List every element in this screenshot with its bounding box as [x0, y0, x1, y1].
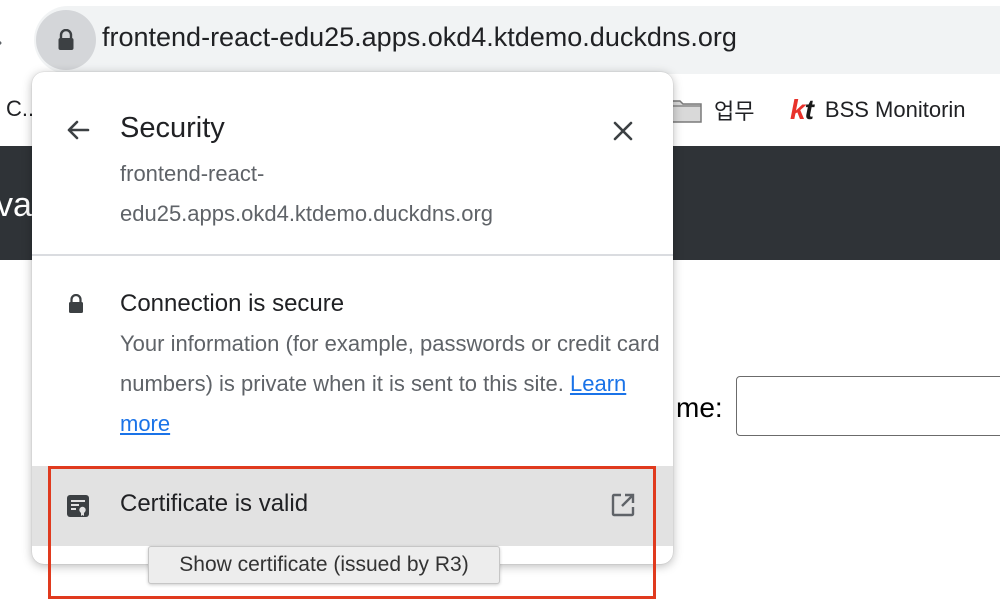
bookmark-item-c[interactable]: C.. — [6, 96, 34, 122]
close-icon[interactable] — [608, 116, 638, 146]
bookmark-folder-label: 업무 — [714, 99, 755, 124]
back-arrow-icon[interactable] — [62, 114, 94, 146]
certificate-row[interactable]: Certificate is valid — [32, 466, 673, 546]
name-input[interactable] — [736, 376, 1000, 436]
site-host-line1: frontend-react- — [120, 161, 265, 186]
security-popup: Security frontend-react- edu25.apps.okd4… — [32, 72, 673, 564]
screen: › frontend-react-edu25.apps.okd4.ktdemo.… — [0, 0, 1000, 614]
certificate-icon — [67, 495, 89, 517]
connection-status-title: Connection is secure — [120, 290, 345, 317]
lock-icon — [58, 29, 74, 50]
connection-description: Your information (for example, passwords… — [120, 324, 660, 444]
page-header-text: va — [0, 186, 32, 224]
site-info-button[interactable] — [36, 10, 96, 70]
popup-title: Security — [120, 112, 225, 144]
lock-icon — [69, 294, 83, 313]
browser-toolbar: › frontend-react-edu25.apps.okd4.ktdemo.… — [0, 0, 1000, 80]
url-text[interactable]: frontend-react-edu25.apps.okd4.ktdemo.du… — [102, 22, 737, 53]
bookmark-bss-label: BSS Monitorin — [824, 97, 966, 122]
nav-back-icon[interactable]: › — [0, 26, 3, 57]
certificate-label: Certificate is valid — [120, 490, 309, 517]
kt-logo: kt — [790, 94, 814, 125]
site-host: frontend-react- edu25.apps.okd4.ktdemo.d… — [120, 154, 600, 234]
bookmark-folder-work[interactable]: 업무 — [668, 94, 754, 126]
site-host-line2: edu25.apps.okd4.ktdemo.duckdns.org — [120, 201, 494, 226]
certificate-tooltip: Show certificate (issued by R3) — [148, 546, 500, 584]
bookmark-item-bss[interactable]: kt BSS Monitorin — [790, 94, 966, 126]
name-field-label: me: — [676, 392, 723, 423]
external-link-icon — [611, 493, 635, 517]
folder-icon — [668, 100, 702, 123]
divider — [32, 254, 673, 256]
